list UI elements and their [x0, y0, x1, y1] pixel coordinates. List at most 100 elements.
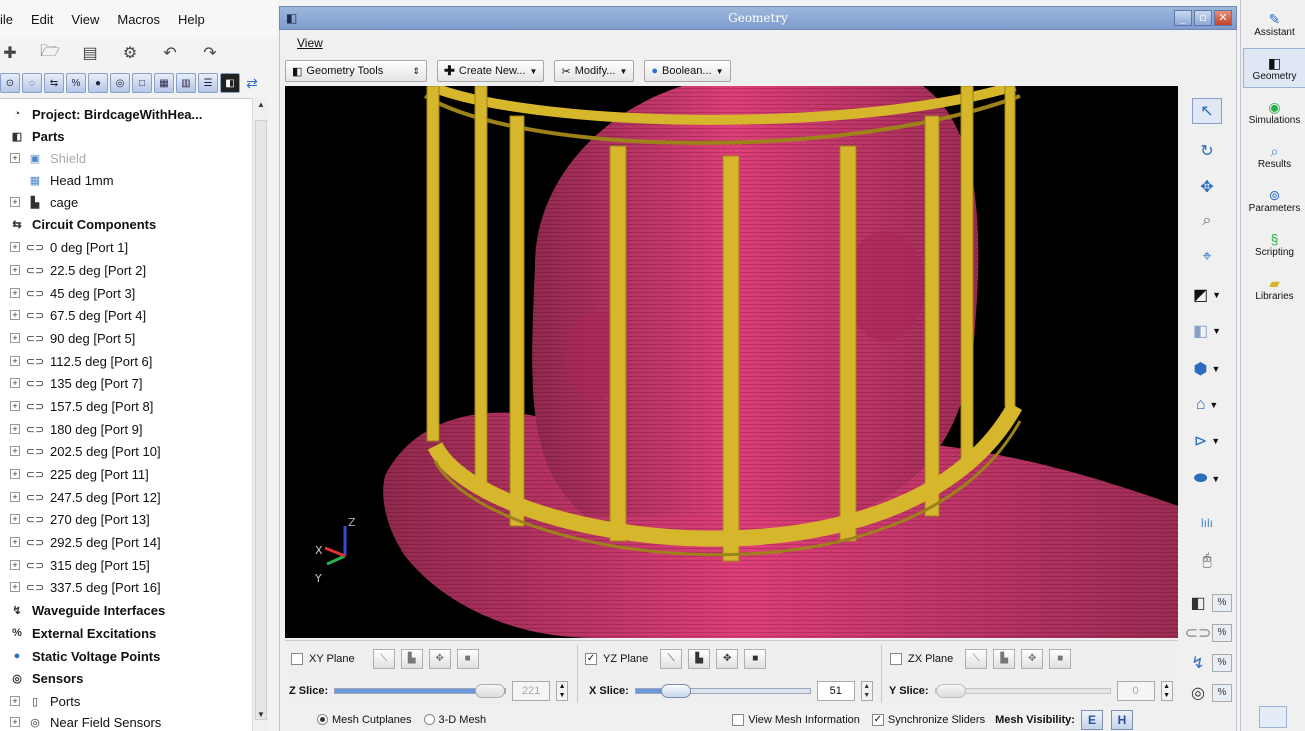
geometry-opacity-button[interactable]: ◧: [1186, 590, 1210, 616]
yz-orient-button[interactable]: ⟍: [660, 649, 683, 669]
geometry-tools-dropdown[interactable]: ◧ Geometry Tools ⇕: [285, 60, 427, 82]
view-mesh-info-option[interactable]: View Mesh Information: [732, 713, 860, 726]
x-slice-value[interactable]: 51: [816, 681, 855, 701]
tree-port-item[interactable]: + ⊂⊃ 247.5 deg [Port 12]: [10, 486, 161, 508]
menu-help[interactable]: Help: [178, 12, 205, 27]
tree-scrollbar[interactable]: ▲ ▼: [252, 98, 268, 731]
expand-icon[interactable]: +: [10, 582, 20, 592]
circuit-opacity-percent[interactable]: %: [1212, 624, 1232, 642]
mouse-button[interactable]: 🖰: [1192, 548, 1222, 574]
zx-plane-checkbox[interactable]: [890, 653, 902, 665]
color-mode-button[interactable]: ◩ ▼: [1192, 282, 1222, 308]
tree-port-item[interactable]: + ⊂⊃ 292.5 deg [Port 14]: [10, 531, 161, 553]
modify-button[interactable]: ✂ Modify... ▼: [554, 60, 635, 82]
menu-view[interactable]: View: [71, 12, 99, 27]
tree-port-item[interactable]: + ⊂⊃ 157.5 deg [Port 8]: [10, 395, 153, 417]
tree-port-item[interactable]: + ⊂⊃ 225 deg [Port 11]: [10, 463, 149, 485]
tree-part-cage[interactable]: + ▙ cage: [10, 191, 78, 213]
y-slice-slider[interactable]: [934, 684, 1111, 698]
excitation-filter-icon[interactable]: %: [66, 73, 86, 93]
tree-project[interactable]: ◔ Project: BirdcageWithHea...: [8, 103, 203, 125]
x-slice-spinner[interactable]: ▲ ▼: [860, 681, 873, 701]
camera-button[interactable]: ⬬ ▼: [1192, 466, 1222, 492]
geometry-opacity-percent[interactable]: %: [1212, 594, 1232, 612]
expand-icon[interactable]: +: [10, 288, 20, 298]
scroll-down-icon[interactable]: ▼: [255, 710, 267, 724]
workspace-assistant[interactable]: ✎ Assistant: [1243, 4, 1305, 44]
y-slice-knob[interactable]: [935, 684, 966, 698]
rotate-button[interactable]: ↻: [1192, 138, 1222, 164]
xy-orient-button[interactable]: ⟍: [372, 649, 395, 669]
x-slice-knob[interactable]: [660, 684, 691, 698]
tree-sensor-ports[interactable]: + ▯ Ports: [10, 690, 80, 712]
expand-icon[interactable]: +: [10, 153, 20, 163]
tree-port-item[interactable]: + ⊂⊃ 90 deg [Port 5]: [10, 327, 135, 349]
zoom-box-button[interactable]: ⌕: [1192, 208, 1222, 234]
zx-orient-button[interactable]: ⟍: [965, 649, 988, 669]
expand-icon[interactable]: +: [10, 514, 20, 524]
zx-color-button[interactable]: ■: [1049, 649, 1072, 669]
yz-center-button[interactable]: ✥: [716, 649, 739, 669]
circuit-opacity-button[interactable]: ⊂⊃: [1185, 620, 1212, 646]
tree-external-excitations[interactable]: % External Excitations: [8, 622, 156, 644]
z-slice-knob[interactable]: [475, 684, 506, 698]
filter-icon[interactable]: ⊙: [0, 73, 20, 93]
scroll-thumb[interactable]: [255, 120, 267, 720]
zx-center-button[interactable]: ✥: [1021, 649, 1044, 669]
close-button[interactable]: ✕: [1214, 10, 1232, 26]
mesh-3d-radio[interactable]: [423, 714, 435, 725]
create-new-button[interactable]: ✚ Create New... ▼: [437, 60, 545, 82]
expand-icon[interactable]: +: [10, 310, 20, 320]
sensor-opacity-percent[interactable]: %: [1212, 684, 1232, 702]
workspace-geometry[interactable]: ◧ Geometry: [1243, 48, 1305, 88]
mesh-3d-option[interactable]: 3-D Mesh: [423, 714, 486, 726]
tree-port-item[interactable]: + ⊂⊃ 112.5 deg [Port 6]: [10, 350, 152, 372]
tree-port-item[interactable]: + ⊂⊃ 337.5 deg [Port 16]: [10, 576, 161, 598]
black-white-icon[interactable]: ◧: [220, 73, 240, 93]
tree-port-item[interactable]: + ⊂⊃ 67.5 deg [Port 4]: [10, 304, 146, 326]
sync-sliders-option[interactable]: ✓ Synchronize Sliders: [871, 713, 985, 726]
minimize-button[interactable]: _: [1174, 10, 1192, 26]
y-slice-value[interactable]: 0: [1116, 681, 1155, 701]
xy-color-button[interactable]: ■: [456, 649, 479, 669]
xy-center-button[interactable]: ✥: [428, 649, 451, 669]
tree-part-head[interactable]: ▦ Head 1mm: [26, 169, 114, 191]
boolean-button[interactable]: ● Boolean... ▼: [644, 60, 731, 82]
expand-icon[interactable]: +: [10, 378, 20, 388]
undo-icon[interactable]: ↶: [160, 43, 180, 63]
xy-plane-checkbox[interactable]: [291, 653, 303, 665]
waveguide-opacity-percent[interactable]: %: [1212, 654, 1232, 672]
expand-icon[interactable]: +: [10, 424, 20, 434]
mesh-cutplanes-option[interactable]: Mesh Cutplanes: [317, 714, 412, 726]
scroll-up-icon[interactable]: ▲: [255, 100, 267, 114]
sensor-opacity-button[interactable]: ◎: [1186, 680, 1210, 706]
expand-icon[interactable]: +: [10, 492, 20, 502]
tree-parts[interactable]: ◧ Parts: [8, 125, 65, 147]
expand-icon[interactable]: +: [10, 446, 20, 456]
tree-port-item[interactable]: + ⊂⊃ 202.5 deg [Port 10]: [10, 440, 161, 462]
view-mesh-info-checkbox[interactable]: [732, 713, 745, 726]
expand-icon[interactable]: +: [10, 401, 20, 411]
list-icon[interactable]: ☰: [198, 73, 218, 93]
box-icon[interactable]: □: [132, 73, 152, 93]
expand-icon[interactable]: +: [10, 717, 20, 727]
tree-port-item[interactable]: + ⊂⊃ 180 deg [Port 9]: [10, 418, 143, 440]
wrench-icon[interactable]: ⚙: [120, 43, 140, 63]
z-slice-value[interactable]: 221: [512, 681, 551, 701]
workspace-results[interactable]: ⌕ Results: [1243, 136, 1305, 176]
select-pointer-button[interactable]: ↖: [1192, 98, 1222, 124]
menu-edit[interactable]: Edit: [31, 12, 53, 27]
tree-port-item[interactable]: + ⊂⊃ 315 deg [Port 15]: [10, 554, 150, 576]
tree-port-item[interactable]: + ⊂⊃ 22.5 deg [Port 2]: [10, 259, 146, 281]
yz-color-button[interactable]: ■: [744, 649, 767, 669]
zx-fill-button[interactable]: ▙: [993, 649, 1016, 669]
expand-icon[interactable]: +: [10, 537, 20, 547]
zoom-button[interactable]: ⌖: [1192, 244, 1222, 270]
tree-port-item[interactable]: + ⊂⊃ 270 deg [Port 13]: [10, 508, 150, 530]
expand-icon[interactable]: +: [10, 356, 20, 366]
mesh-visibility-h-button[interactable]: H: [1110, 709, 1133, 730]
xy-fill-button[interactable]: ▙: [400, 649, 423, 669]
expand-icon[interactable]: +: [10, 265, 20, 275]
workspace-scripting[interactable]: § Scripting: [1243, 224, 1305, 264]
waveguide-opacity-button[interactable]: ↯: [1186, 650, 1210, 676]
